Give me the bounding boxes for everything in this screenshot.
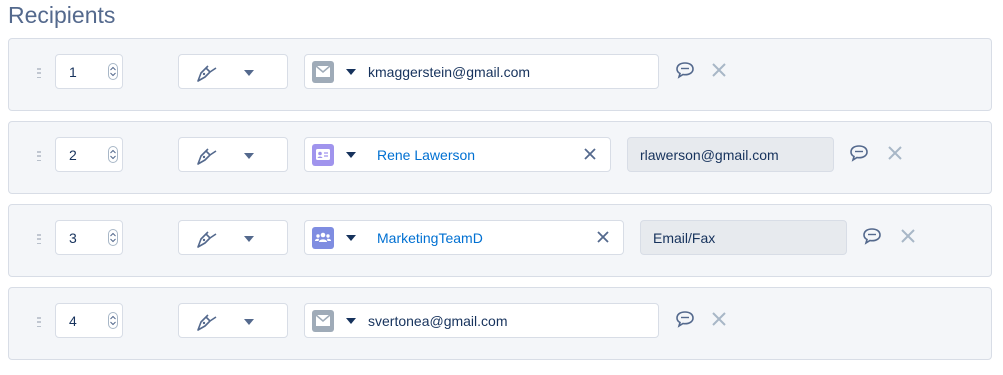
recipient-email-value: kmaggerstein@gmail.com	[368, 64, 531, 80]
private-message-icon[interactable]	[675, 61, 695, 79]
stepper-arrows-icon[interactable]	[108, 146, 118, 163]
delivery-method-value: Email/Fax	[653, 230, 716, 246]
signer-pen-icon	[197, 148, 217, 165]
recipient-row-2: 2 Rene Lawerson rlawerson@gmail.com	[8, 121, 992, 194]
recipient-input[interactable]: Rene Lawerson	[304, 137, 611, 172]
recipient-input[interactable]: MarketingTeamD	[304, 220, 624, 255]
routing-order-value: 1	[69, 64, 77, 80]
recipient-action-select[interactable]	[178, 137, 288, 172]
chevron-down-icon	[244, 236, 254, 242]
chevron-down-icon	[244, 319, 254, 325]
recipients-title: Recipients	[8, 2, 116, 28]
routing-order-stepper[interactable]: 2	[55, 137, 123, 172]
routing-order-stepper[interactable]: 3	[55, 220, 123, 255]
email-icon	[312, 310, 334, 332]
chevron-down-icon[interactable]	[346, 69, 356, 75]
delivery-method-field[interactable]: Email/Fax	[640, 220, 847, 255]
close-icon[interactable]	[712, 63, 726, 77]
private-message-icon[interactable]	[675, 310, 695, 328]
contact-icon	[312, 144, 334, 166]
recipient-input[interactable]: svertonea@gmail.com	[304, 303, 659, 338]
recipient-email-field[interactable]: rlawerson@gmail.com	[627, 137, 834, 172]
stepper-arrows-icon[interactable]	[108, 63, 118, 80]
private-message-icon[interactable]	[849, 144, 869, 162]
recipient-row-1: 1 kmaggerstein@gmail.com	[8, 38, 992, 111]
recipient-input[interactable]: kmaggerstein@gmail.com	[304, 54, 659, 89]
chevron-down-icon[interactable]	[346, 152, 356, 158]
group-icon	[312, 227, 334, 249]
stepper-arrows-icon[interactable]	[108, 312, 118, 329]
clear-recipient-icon[interactable]	[584, 148, 596, 160]
recipient-action-select[interactable]	[178, 54, 288, 89]
routing-order-value: 4	[69, 313, 77, 329]
drag-handle-icon[interactable]	[37, 151, 41, 163]
drag-handle-icon[interactable]	[37, 317, 41, 329]
signer-pen-icon	[197, 314, 217, 331]
chevron-down-icon	[244, 153, 254, 159]
recipient-group-link[interactable]: MarketingTeamD	[377, 230, 483, 246]
close-icon[interactable]	[888, 146, 902, 160]
routing-order-value: 3	[69, 230, 77, 246]
recipient-contact-link[interactable]: Rene Lawerson	[377, 147, 475, 163]
drag-handle-icon[interactable]	[37, 68, 41, 80]
signer-pen-icon	[197, 65, 217, 82]
recipient-action-select[interactable]	[178, 303, 288, 338]
recipient-email-value: rlawerson@gmail.com	[640, 147, 779, 163]
routing-order-value: 2	[69, 147, 77, 163]
signer-pen-icon	[197, 231, 217, 248]
chevron-down-icon[interactable]	[346, 318, 356, 324]
chevron-down-icon	[244, 70, 254, 76]
drag-handle-icon[interactable]	[37, 234, 41, 246]
close-icon[interactable]	[712, 312, 726, 326]
private-message-icon[interactable]	[862, 227, 882, 245]
recipient-row-3: 3 MarketingTeamD Email/Fax	[8, 204, 992, 277]
routing-order-stepper[interactable]: 1	[55, 54, 123, 89]
close-icon[interactable]	[901, 229, 915, 243]
recipient-row-4: 4 svertonea@gmail.com	[8, 287, 992, 360]
stepper-arrows-icon[interactable]	[108, 229, 118, 246]
recipient-email-value: svertonea@gmail.com	[368, 313, 508, 329]
routing-order-stepper[interactable]: 4	[55, 303, 123, 338]
email-icon	[312, 61, 334, 83]
recipient-action-select[interactable]	[178, 220, 288, 255]
clear-recipient-icon[interactable]	[597, 231, 609, 243]
chevron-down-icon[interactable]	[346, 235, 356, 241]
